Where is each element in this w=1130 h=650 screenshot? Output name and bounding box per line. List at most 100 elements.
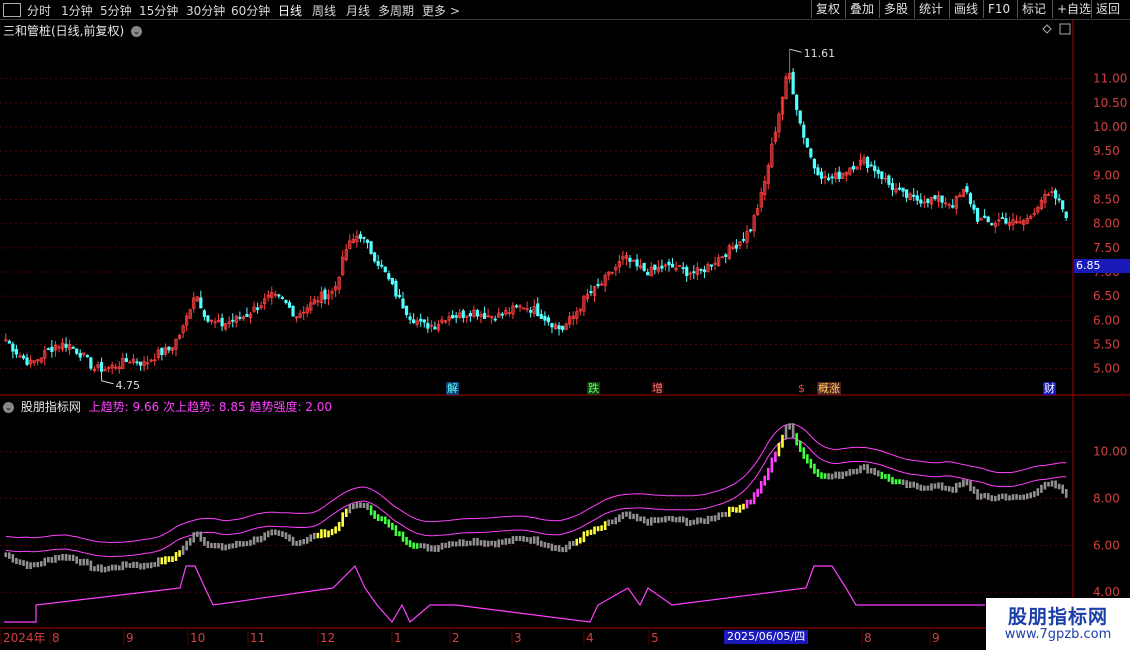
indicator-bar — [933, 483, 937, 489]
candle-body — [802, 124, 806, 138]
event-marker-3[interactable]: $ — [797, 382, 806, 395]
indicator-bar — [362, 503, 366, 508]
indicator-bar — [809, 458, 813, 469]
indicator-bar — [646, 518, 650, 526]
indicator-bar — [440, 542, 444, 550]
indicator-bar — [589, 529, 593, 535]
indicator-bar — [600, 525, 603, 531]
candle-body — [539, 314, 543, 319]
indicator-bar — [78, 558, 82, 566]
indicator-bar — [703, 518, 706, 525]
candle-body — [397, 294, 402, 298]
indicator-bar — [490, 540, 493, 546]
indicator-bar — [447, 541, 451, 548]
candle-body — [741, 239, 746, 241]
candle-body — [798, 110, 802, 124]
candle-body — [809, 148, 813, 158]
indicator-bar — [266, 530, 270, 538]
candle-body — [851, 165, 856, 170]
candle-body — [454, 315, 458, 318]
indicator-bar — [770, 457, 774, 473]
candle-body — [557, 325, 561, 330]
candle-body — [869, 164, 873, 167]
event-marker-1[interactable]: 跌 — [587, 382, 600, 395]
indicator-bar — [745, 499, 749, 509]
indicator-bar — [54, 555, 57, 563]
candle-body — [7, 340, 11, 344]
indicator-bar — [1054, 480, 1057, 489]
indicator-bar — [990, 495, 994, 502]
indicator-bar — [979, 493, 983, 500]
indicator-bar — [947, 486, 951, 492]
candle-body — [255, 307, 260, 310]
indicator-bar — [859, 465, 862, 474]
candle-body — [642, 262, 646, 271]
indicator-bar — [238, 540, 242, 547]
candle-body — [890, 183, 895, 191]
indicator-bar — [1022, 494, 1025, 500]
indicator-bar — [366, 503, 369, 510]
indicator-bar — [759, 480, 763, 494]
indicator-bar — [369, 505, 373, 516]
indicator-bar — [405, 537, 408, 545]
candle-body — [873, 165, 877, 172]
candle-body — [897, 187, 902, 190]
chart-canvas[interactable]: 11.0010.5010.009.509.008.508.007.507.006… — [0, 0, 1130, 650]
indicator-bar — [1001, 493, 1004, 499]
indicator-bar — [660, 517, 664, 523]
candle-body — [529, 309, 533, 313]
indicator-bar — [242, 541, 245, 547]
indicator-bar — [1036, 488, 1040, 496]
indicator-bar — [557, 545, 561, 552]
candle-body — [365, 239, 370, 243]
indicator-bar — [465, 540, 469, 547]
candle-body — [926, 198, 930, 204]
indicator-bar — [298, 539, 302, 546]
indicator-bar — [359, 502, 362, 508]
indicator-bar — [834, 471, 837, 479]
candle-body — [419, 318, 423, 322]
candle-body — [401, 298, 405, 309]
main-y-tick: 8.00 — [1093, 217, 1120, 231]
candle-body — [426, 323, 430, 329]
high-pointer — [789, 48, 802, 53]
indicator-bar — [341, 512, 345, 527]
event-marker-5[interactable]: 财 — [1043, 382, 1056, 395]
indicator-bar — [802, 447, 806, 459]
candle-body — [919, 199, 923, 204]
candle-body — [734, 244, 738, 249]
indicator-bar — [529, 537, 532, 544]
indicator-bar — [1033, 491, 1036, 498]
indicator-bar — [284, 532, 288, 540]
indicator-bar — [461, 539, 465, 547]
panel-toggle-icon — [1059, 23, 1071, 35]
indicator-bar — [195, 531, 199, 537]
candle-body — [75, 348, 79, 354]
indicator-bar — [908, 481, 912, 489]
event-marker-2[interactable]: 增 — [651, 382, 664, 395]
event-marker-4[interactable]: 概涨 — [817, 382, 841, 395]
event-marker-0[interactable]: 解 — [446, 382, 459, 395]
indicator-bar — [426, 543, 430, 552]
candle-body — [983, 215, 987, 218]
indicator-bar — [596, 526, 600, 532]
indicator-bar — [1018, 494, 1022, 500]
indicator-bar — [1061, 484, 1064, 494]
candle-body — [901, 187, 905, 192]
indicator-bar — [880, 471, 884, 479]
indicator-bar — [653, 517, 657, 524]
indicator-bar — [649, 517, 653, 526]
indicator-bar — [419, 543, 423, 548]
candle-body — [11, 343, 15, 352]
indicator-bar — [717, 512, 720, 520]
indicator-bar — [210, 542, 213, 549]
indicator-bar — [564, 544, 568, 553]
indicator-bar — [820, 472, 823, 479]
candle-body — [940, 195, 944, 203]
candle-body — [284, 300, 288, 303]
indicator-bar — [742, 503, 745, 510]
indicator-bar — [639, 516, 642, 522]
indicator-bar — [873, 468, 877, 476]
indicator-bar — [125, 561, 128, 568]
main-y-tick: 5.00 — [1093, 362, 1120, 376]
